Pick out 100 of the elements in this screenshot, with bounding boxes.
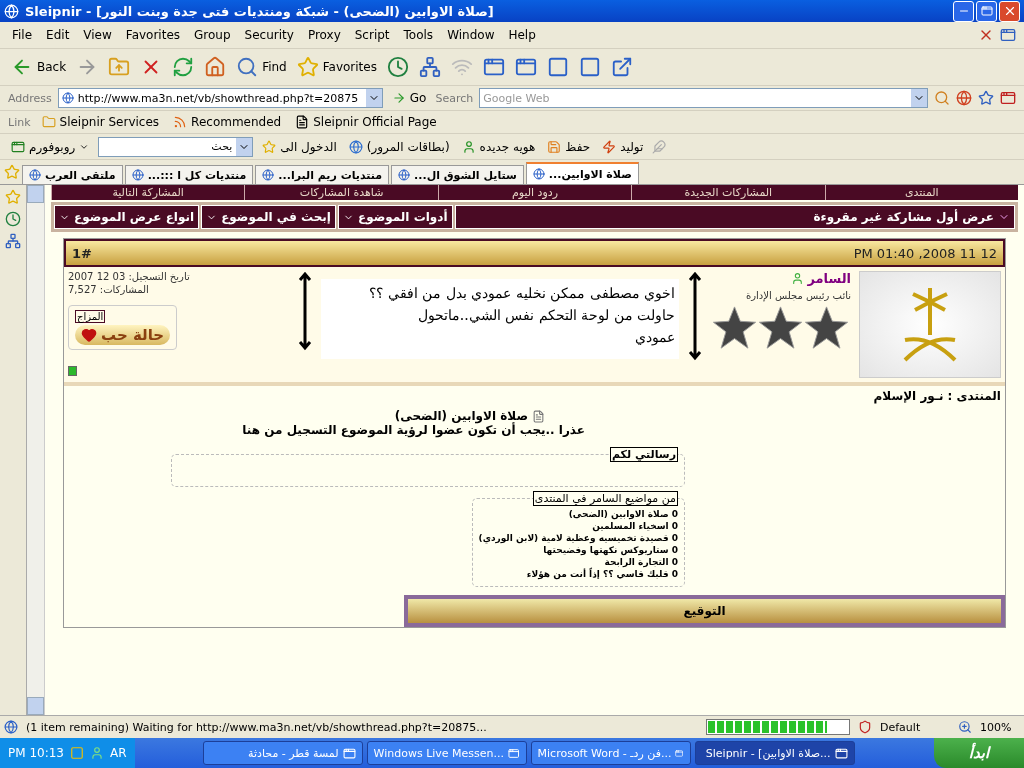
browser-tab[interactable]: منتديات كل ا :::... (124, 165, 254, 184)
window-icon[interactable] (1000, 27, 1016, 43)
menu-item[interactable]: Favorites (121, 28, 185, 42)
link-button[interactable]: Sleipnir Official Page (292, 113, 440, 131)
popout-icon[interactable] (610, 56, 633, 78)
security-level: Default (880, 720, 922, 734)
browser-tab[interactable]: ملتقى العرب (22, 165, 123, 184)
nav-link[interactable]: شاهدة المشاركات (244, 185, 438, 200)
menu-item[interactable]: Script (350, 28, 394, 42)
menu-item[interactable]: Help (504, 28, 540, 42)
window-icon[interactable] (482, 56, 505, 78)
first-unread-link[interactable]: عرض أول مشاركة غير مقروءة (454, 205, 1015, 229)
topic-link[interactable]: 0 اسخياء المسلمين (478, 520, 678, 532)
globe-icon[interactable] (956, 90, 972, 106)
clock-text: PM 10:13 (8, 746, 64, 760)
link-button[interactable]: Recommended (170, 113, 285, 131)
toolbar-button[interactable]: Back (8, 54, 70, 80)
page-icon (29, 169, 41, 181)
restore-button[interactable] (976, 0, 997, 22)
taskbar-button[interactable]: Microsoft Word - فن ردـ... (530, 741, 691, 765)
thread-tools-menu[interactable]: انواع عرض الموضوع (54, 205, 200, 229)
page-icon (131, 169, 144, 181)
zoom-level[interactable]: 100% (980, 720, 1020, 734)
toolbar-button[interactable]: Find (233, 54, 290, 80)
page-icon (61, 92, 74, 104)
menu-item[interactable]: Proxy (303, 28, 345, 42)
menu-item[interactable]: Group (190, 28, 235, 42)
clock-icon[interactable] (5, 211, 21, 227)
star-icon[interactable] (5, 189, 21, 205)
nav-link[interactable]: المشاركات الجديدة (631, 185, 825, 200)
taskbar-button[interactable]: Sleipnir - [صلاة الاوابين... (694, 741, 855, 765)
post-count: المشاركات: 7,527 (68, 284, 149, 295)
scrollbar[interactable] (27, 185, 45, 715)
document-icon (295, 115, 310, 129)
arrow-icon (391, 91, 406, 105)
menu-item[interactable]: Window (443, 28, 499, 42)
topic-link[interactable]: 0 ستاريوكس نكهتها وفضيحتها (478, 544, 678, 556)
window-icon (508, 746, 520, 760)
roboform-button[interactable]: هويه جديده (458, 137, 539, 156)
page-icon (4, 720, 18, 734)
window-icon[interactable] (514, 56, 537, 78)
links-label: Link (8, 115, 31, 129)
thread-tools-menu[interactable]: إبحث في الموضوع (201, 205, 336, 229)
address-field[interactable]: http://www.ma3n.net/vb/showthread.php?t=20875 (57, 88, 383, 108)
roboform-button[interactable]: الدخول الى (259, 137, 340, 156)
nav-link[interactable]: ردود اليوم (437, 185, 632, 200)
clock-icon[interactable] (386, 56, 409, 78)
start-button[interactable]: ابدأ (934, 738, 1024, 768)
taskbar-button[interactable]: Windows Live Messen... (366, 741, 527, 765)
minimize-button[interactable] (953, 0, 974, 22)
tree-icon[interactable] (5, 233, 21, 249)
roboform-button[interactable]: توليد (599, 137, 647, 156)
star-icon[interactable] (4, 164, 20, 180)
browser-tab[interactable]: ستايل الشوق ال... (391, 165, 524, 184)
double-arrow-icon (687, 271, 703, 361)
username[interactable]: السامر (791, 271, 851, 286)
menu-item[interactable]: Security (240, 28, 298, 42)
browser-tab[interactable]: منتديات ريم البرا... (255, 165, 390, 184)
close-button[interactable] (999, 0, 1020, 22)
thread-tools-menu[interactable]: أدوات الموضوع (337, 205, 453, 229)
panel-icon[interactable] (546, 56, 569, 78)
taskbar-button[interactable]: لمسة قطر - محادثة (202, 741, 363, 765)
go-button[interactable]: Go (388, 89, 430, 107)
page-icon (262, 169, 275, 181)
nav-link[interactable]: المنتدى (824, 185, 1018, 200)
link-button[interactable]: Sleipnir Services (38, 113, 163, 131)
nav-link[interactable]: المشاركة التالية (50, 185, 245, 200)
menu-item[interactable]: Tools (399, 28, 438, 42)
app-icon (4, 3, 19, 19)
save-icon (547, 139, 562, 154)
menu-item[interactable]: File (8, 28, 37, 42)
topic-link[interactable]: 0 قصيدة تخميسيه وعظية لامية (لابن الوردي) (478, 532, 678, 544)
roboform-button[interactable]: حفظ (544, 137, 594, 156)
window-icon (342, 746, 356, 760)
roboform-button[interactable]: (بطاقات المرور) (345, 137, 453, 156)
mood-badge: حالة حب (75, 325, 171, 345)
note-text: عمودي (634, 329, 675, 345)
star-icon (262, 139, 277, 154)
rss-icon (173, 115, 188, 129)
menu-item[interactable]: View (79, 28, 116, 42)
topic-link[interactable]: 0 التجارة الرابحة (478, 556, 678, 568)
join-date: تاريخ التسجيل: 03 12 2007 (68, 271, 190, 282)
tree-icon[interactable] (418, 56, 441, 78)
roboform-search-field[interactable]: بحث (98, 136, 254, 157)
home-icon[interactable] (204, 56, 227, 78)
topic-link[interactable]: 0 قلبك قاسي ؟؟ إذاً أنت من هؤلاء (478, 568, 678, 580)
status-text: (1 item remaining) Waiting for http://www.ma3n.net/vb/showthread.php?t=20875... (26, 720, 488, 734)
search-label: Search (435, 91, 474, 105)
browser-tab[interactable]: صلاة الاوابين... (525, 162, 639, 184)
refresh-icon[interactable] (172, 56, 195, 78)
panel-icon[interactable] (578, 56, 601, 78)
star-icon[interactable] (978, 90, 994, 106)
toolbar-button[interactable]: Favorites (293, 54, 380, 80)
search-icon (236, 56, 259, 78)
shield-icon (858, 720, 872, 734)
roboform-button[interactable]: روبوفورم (8, 137, 93, 156)
topic-link[interactable]: 0 صلاة الاوابين (الضحى) (478, 508, 678, 520)
search-icon[interactable] (934, 90, 950, 106)
heart-icon (81, 327, 97, 343)
menu-item[interactable]: Edit (42, 28, 74, 42)
